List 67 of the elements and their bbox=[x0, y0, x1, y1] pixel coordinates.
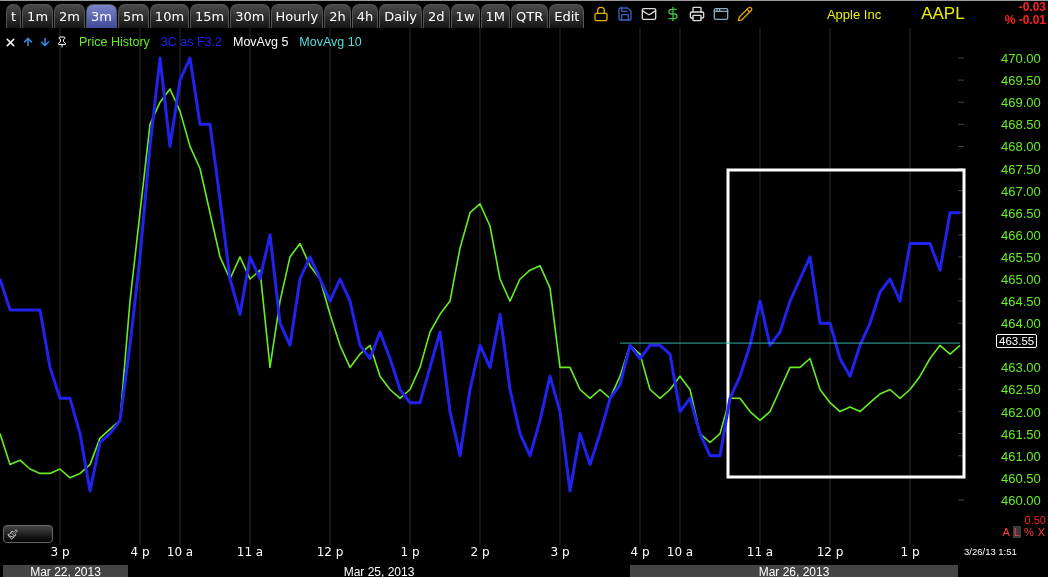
scale-toggle[interactable]: A bbox=[1001, 526, 1011, 538]
last-price-tag: 463.55 bbox=[996, 334, 1038, 349]
y-axis-label: 464.50 bbox=[1001, 294, 1041, 310]
price-change: -0.03 bbox=[1018, 1, 1046, 14]
y-axis-label: 466.00 bbox=[1001, 227, 1041, 243]
y-axis-label: 465.00 bbox=[1001, 272, 1041, 287]
x-axis-label: 11 a bbox=[746, 545, 774, 559]
x-axis-label: 12 p bbox=[816, 545, 844, 559]
legend-item: MovAvg 10 bbox=[299, 35, 362, 49]
x-axis-label: 1 p bbox=[400, 545, 420, 559]
timeframe-tab[interactable]: t bbox=[6, 4, 22, 28]
x-axis-label: 10 a bbox=[166, 545, 194, 559]
scale-toggle[interactable]: X bbox=[1036, 526, 1046, 538]
x-axis-label: 11 a bbox=[236, 545, 264, 559]
y-axis-label: 465.50 bbox=[1001, 249, 1041, 265]
x-axis-label: 1 p bbox=[900, 545, 920, 559]
y-axis-label: 469.50 bbox=[1001, 73, 1041, 89]
y-axis-label: 462.00 bbox=[1001, 404, 1041, 420]
x-axis-label: 4 p bbox=[130, 545, 150, 559]
x-axis-label: 4 p bbox=[630, 545, 650, 559]
timeframe-tab[interactable]: 3m bbox=[86, 4, 117, 28]
y-axis-label: 464.00 bbox=[1001, 316, 1041, 332]
timeframe-tab[interactable]: Daily bbox=[379, 4, 423, 28]
y-axis-label: 467.00 bbox=[1001, 183, 1041, 199]
y-axis-label: 460.50 bbox=[1001, 470, 1041, 486]
y-axis-label: 463.00 bbox=[1001, 360, 1041, 376]
x-axis-label: 10 a bbox=[666, 545, 694, 559]
timeframe-tab[interactable]: 1m bbox=[22, 4, 54, 28]
timeframe-tab[interactable]: 30m bbox=[230, 4, 270, 28]
y-axis-label: 461.00 bbox=[1001, 448, 1041, 464]
timeframe-tab[interactable]: Edit bbox=[549, 4, 585, 28]
timeframe-tab[interactable]: QTR bbox=[511, 4, 549, 28]
y-axis-label: 467.50 bbox=[1001, 161, 1041, 177]
timeframe-tab[interactable]: 10m bbox=[149, 4, 190, 28]
timeframe-tab[interactable]: 15m bbox=[190, 4, 230, 28]
timeframe-tab[interactable]: 1w bbox=[450, 4, 480, 28]
timeframe-tab[interactable]: 2h bbox=[324, 4, 351, 28]
legend-item: MovAvg 5 bbox=[233, 35, 289, 49]
company-name: Apple Inc bbox=[826, 6, 882, 22]
y-axis-label: 466.50 bbox=[1001, 205, 1041, 221]
y-axis-label: 470.00 bbox=[1001, 51, 1041, 67]
date-label: Mar 26, 2013 bbox=[630, 565, 958, 577]
x-axis-label: 3 p bbox=[50, 545, 70, 559]
percent-change: % -0.01 bbox=[1004, 14, 1046, 27]
timeframe-tab[interactable]: 4h bbox=[351, 4, 379, 28]
timeframe-tab[interactable]: 5m bbox=[117, 4, 149, 28]
timeframe-tab[interactable]: 2m bbox=[54, 4, 85, 28]
scale-toggle[interactable]: % bbox=[1022, 526, 1035, 538]
scale-value: 0.50 bbox=[1024, 514, 1046, 526]
timeframe-tab[interactable]: 1M bbox=[480, 4, 510, 28]
y-axis-label: 469.00 bbox=[1001, 95, 1041, 111]
y-axis-label: 460.00 bbox=[1001, 492, 1041, 508]
y-axis-label: 468.00 bbox=[1001, 139, 1041, 155]
x-axis-label: 3 p bbox=[550, 545, 570, 559]
legend-item: 3C as F3.2 bbox=[160, 35, 222, 49]
date-label: Mar 22, 2013 bbox=[3, 565, 128, 577]
timestamp: 3/26/13 1:51 bbox=[964, 546, 1017, 557]
date-label: Mar 25, 2013 bbox=[342, 565, 416, 577]
timeframe-tab[interactable]: Hourly bbox=[270, 4, 324, 28]
ticker-symbol: AAPL bbox=[921, 4, 965, 24]
timeframe-tab[interactable]: 2d bbox=[423, 4, 450, 28]
x-axis-label: 12 p bbox=[316, 545, 344, 559]
y-axis-label: 462.50 bbox=[1001, 382, 1041, 398]
y-axis-label: 468.50 bbox=[1001, 117, 1041, 133]
y-axis-label: 461.50 bbox=[1001, 426, 1041, 442]
legend-item: Price History bbox=[79, 35, 150, 49]
x-axis-label: 2 p bbox=[470, 545, 490, 559]
